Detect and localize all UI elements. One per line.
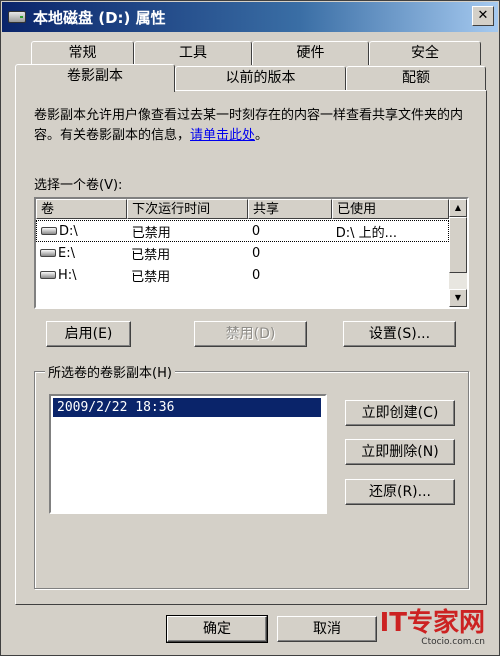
volume-row[interactable]: E:\ 已禁用 0 <box>36 242 449 264</box>
drive-icon <box>40 271 56 279</box>
select-volume-label: 选择一个卷(V): <box>34 178 123 193</box>
snapshots-group: 所选卷的卷影副本(H) 2009/2/22 18:36 立即创建(C) 立即删除… <box>34 362 469 589</box>
volume-row[interactable]: D:\ 已禁用 0 D:\ 上的... <box>36 220 449 242</box>
col-shares[interactable]: 共享 <box>247 199 333 219</box>
cancel-button[interactable]: 取消 <box>277 616 377 642</box>
watermark: IT专家网 Ctocio.com.cn <box>380 609 485 647</box>
volume-name: H:\ <box>58 267 77 283</box>
tab-quota[interactable]: 配额 <box>346 66 486 90</box>
volumes-header: 卷 下次运行时间 共享 已使用 <box>36 199 449 219</box>
ok-button[interactable]: 确定 <box>166 615 268 643</box>
col-next-run[interactable]: 下次运行时间 <box>127 199 248 219</box>
col-volume[interactable]: 卷 <box>36 199 128 219</box>
watermark-logo: IT专家网 <box>379 608 485 638</box>
scroll-down-icon[interactable]: ▼ <box>449 289 467 307</box>
volume-name: E:\ <box>58 245 75 261</box>
volumes-list[interactable]: 卷 下次运行时间 共享 已使用 D:\ 已禁用 0 D:\ 上的... E:\ … <box>34 197 469 309</box>
next-run: 已禁用 <box>131 225 171 241</box>
delete-now-button[interactable]: 立即删除(N) <box>345 439 455 465</box>
drive-icon <box>8 11 26 23</box>
shares: 0 <box>251 267 261 283</box>
title-bar: 本地磁盘 (D:) 属性 ✕ <box>2 2 498 32</box>
settings-button[interactable]: 设置(S)... <box>343 321 456 347</box>
shares: 0 <box>251 245 261 261</box>
volume-name: D:\ <box>59 223 78 239</box>
snapshots-list[interactable]: 2009/2/22 18:36 <box>49 394 327 514</box>
tab-shadow-copies[interactable]: 卷影副本 <box>15 64 175 92</box>
scroll-up-icon[interactable]: ▲ <box>449 199 467 217</box>
description-tail: 。 <box>255 128 269 143</box>
tab-previous-versions[interactable]: 以前的版本 <box>175 66 346 90</box>
revert-button[interactable]: 还原(R)... <box>345 479 455 505</box>
next-run: 已禁用 <box>131 269 171 285</box>
col-used[interactable]: 已使用 <box>332 199 449 219</box>
description: 卷影副本允许用户像查看过去某一时刻存在的内容一样查看共享文件夹的内容。有关卷影副… <box>34 106 474 146</box>
close-icon[interactable]: ✕ <box>472 6 494 26</box>
watermark-sub: Ctocio.com.cn <box>421 637 485 647</box>
help-link[interactable]: 请单击此处 <box>190 128 255 143</box>
shadow-copies-panel: 卷影副本允许用户像查看过去某一时刻存在的内容一样查看共享文件夹的内容。有关卷影副… <box>15 90 487 605</box>
volume-row[interactable]: H:\ 已禁用 0 <box>36 264 449 286</box>
tab-hardware[interactable]: 硬件 <box>252 41 369 65</box>
used: D:\ 上的... <box>335 225 398 241</box>
enable-button[interactable]: 启用(E) <box>46 321 131 347</box>
tab-security[interactable]: 安全 <box>369 41 481 65</box>
drive-icon <box>40 249 56 257</box>
tab-general[interactable]: 常规 <box>31 41 134 65</box>
next-run: 已禁用 <box>131 247 171 263</box>
create-now-button[interactable]: 立即创建(C) <box>345 400 455 426</box>
drive-icon <box>41 227 57 235</box>
tab-tools[interactable]: 工具 <box>134 41 252 65</box>
shares: 0 <box>251 223 261 239</box>
window-title: 本地磁盘 (D:) 属性 <box>33 8 166 27</box>
disable-button[interactable]: 禁用(D) <box>194 321 307 347</box>
properties-dialog: 本地磁盘 (D:) 属性 ✕ 常规 工具 硬件 安全 卷影副本 以前的版本 配额… <box>0 0 500 656</box>
scroll-thumb[interactable] <box>449 217 467 273</box>
volumes-scrollbar[interactable]: ▲ ▼ <box>449 199 467 307</box>
snapshot-item[interactable]: 2009/2/22 18:36 <box>53 398 321 417</box>
snapshots-label: 所选卷的卷影副本(H) <box>45 362 175 381</box>
